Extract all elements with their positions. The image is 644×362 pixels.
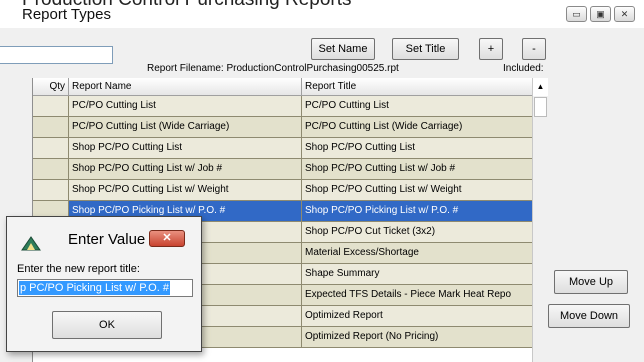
report-title-cell[interactable]: Shop PC/PO Cutting List w/ Job # bbox=[302, 159, 533, 180]
included-label: Included: bbox=[503, 63, 544, 74]
minimize-icon: ▭ bbox=[572, 9, 581, 19]
report-title-cell[interactable]: Optimized Report bbox=[302, 306, 533, 327]
report-title-cell[interactable]: Shop PC/PO Cutting List bbox=[302, 138, 533, 159]
report-filename-label: Report Filename: ProductionControlPurcha… bbox=[147, 63, 399, 74]
qty-column-header[interactable]: Qty bbox=[33, 78, 69, 96]
scroll-up-arrow-icon[interactable]: ▲ bbox=[533, 78, 548, 96]
report-title-cell[interactable]: Shop PC/PO Cutting List w/ Weight bbox=[302, 180, 533, 201]
add-report-button[interactable]: + bbox=[479, 38, 503, 60]
qty-cell[interactable] bbox=[33, 180, 69, 201]
report-title-cell[interactable]: Expected TFS Details - Piece Mark Heat R… bbox=[302, 285, 533, 306]
dialog-title: Enter Value bbox=[68, 231, 146, 248]
ok-button[interactable]: OK bbox=[52, 311, 162, 339]
set-title-button[interactable]: Set Title bbox=[392, 38, 459, 60]
report-name-cell[interactable]: PC/PO Cutting List bbox=[69, 96, 302, 117]
report-title-input[interactable]: p PC/PO Picking List w/ P.O. # bbox=[17, 279, 193, 297]
close-icon: ✕ bbox=[162, 232, 172, 244]
remove-report-button[interactable]: - bbox=[522, 38, 546, 60]
table-row[interactable]: Shop PC/PO Cutting List w/ Job # Shop PC/… bbox=[33, 159, 533, 180]
set-name-button[interactable]: Set Name bbox=[311, 38, 375, 60]
maximize-button[interactable]: ▣ bbox=[590, 6, 611, 22]
report-name-cell[interactable]: Shop PC/PO Cutting List bbox=[69, 138, 302, 159]
enter-value-dialog: Enter Value ✕ Enter the new report title… bbox=[6, 216, 202, 352]
scrollbar-thumb[interactable] bbox=[534, 97, 547, 117]
window-title: Report Types bbox=[22, 6, 111, 23]
table-row[interactable]: PC/PO Cutting List (Wide Carriage) PC/PO … bbox=[33, 117, 533, 138]
close-button[interactable]: ✕ bbox=[614, 6, 635, 22]
report-title-cell[interactable]: Optimized Report (No Pricing) bbox=[302, 327, 533, 348]
window-title-bar: Production Control Purchasing Reports Re… bbox=[0, 0, 644, 28]
report-title-cell[interactable]: PC/PO Cutting List bbox=[302, 96, 533, 117]
move-down-button[interactable]: Move Down bbox=[548, 304, 630, 328]
window-controls: ▭ ▣ ✕ bbox=[566, 6, 635, 22]
qty-cell[interactable] bbox=[33, 96, 69, 117]
table-row[interactable]: Shop PC/PO Cutting List w/ Weight Shop PC… bbox=[33, 180, 533, 201]
table-row[interactable]: Shop PC/PO Cutting List Shop PC/PO Cuttin… bbox=[33, 138, 533, 159]
app-icon bbox=[21, 236, 41, 251]
report-title-cell[interactable]: PC/PO Cutting List (Wide Carriage) bbox=[302, 117, 533, 138]
report-title-cell[interactable]: Shop PC/PO Picking List w/ P.O. # bbox=[302, 201, 533, 222]
grid-scrollbar[interactable]: ▲ bbox=[532, 78, 548, 362]
report-title-column-header[interactable]: Report Title bbox=[302, 78, 533, 96]
report-title-cell[interactable]: Shop PC/PO Cut Ticket (3x2) bbox=[302, 222, 533, 243]
table-row[interactable]: PC/PO Cutting List PC/PO Cutting List bbox=[33, 96, 533, 117]
qty-cell[interactable] bbox=[33, 117, 69, 138]
dialog-close-button[interactable]: ✕ bbox=[149, 230, 185, 247]
report-type-field[interactable] bbox=[0, 46, 113, 64]
move-up-button[interactable]: Move Up bbox=[554, 270, 628, 294]
dialog-prompt: Enter the new report title: bbox=[17, 263, 140, 275]
close-icon: ✕ bbox=[620, 9, 629, 19]
report-name-cell[interactable]: Shop PC/PO Cutting List w/ Weight bbox=[69, 180, 302, 201]
minimize-button[interactable]: ▭ bbox=[566, 6, 587, 22]
report-title-cell[interactable]: Shape Summary bbox=[302, 264, 533, 285]
report-name-column-header[interactable]: Report Name bbox=[69, 78, 302, 96]
report-title-cell[interactable]: Material Excess/Shortage bbox=[302, 243, 533, 264]
report-title-input-value: p PC/PO Picking List w/ P.O. # bbox=[19, 281, 170, 295]
maximize-icon: ▣ bbox=[596, 9, 605, 19]
report-name-cell[interactable]: PC/PO Cutting List (Wide Carriage) bbox=[69, 117, 302, 138]
qty-cell[interactable] bbox=[33, 159, 69, 180]
qty-cell[interactable] bbox=[33, 138, 69, 159]
report-name-cell[interactable]: Shop PC/PO Cutting List w/ Job # bbox=[69, 159, 302, 180]
